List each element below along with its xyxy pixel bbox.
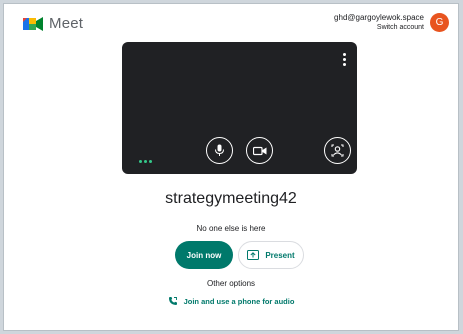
meeting-title: strategymeeting42 [165, 190, 297, 207]
phone-audio-link[interactable]: Join and use a phone for audio [4, 296, 458, 306]
camera-icon [252, 146, 266, 155]
app-name: Meet [49, 15, 84, 32]
phone-audio-label: Join and use a phone for audio [183, 296, 295, 306]
meet-logo[interactable]: Meet [23, 15, 83, 32]
join-now-button[interactable]: Join now [175, 241, 233, 269]
audio-level-icon [139, 160, 152, 163]
mic-button[interactable] [206, 137, 233, 164]
switch-account-link[interactable]: Switch account [334, 23, 424, 33]
visual-effects-icon [331, 144, 344, 157]
avatar[interactable]: G [430, 13, 449, 32]
meeting-status: No one else is here [196, 224, 266, 233]
meet-window: Meet ghd@gargoylewok.space Switch accoun… [3, 3, 459, 331]
more-vert-icon[interactable] [343, 53, 346, 66]
meet-logo-icon [23, 16, 43, 31]
present-label: Present [265, 250, 295, 260]
account-info: ghd@gargoylewok.space Switch account [334, 13, 424, 33]
phone-icon [168, 297, 177, 305]
camera-button[interactable] [246, 137, 273, 164]
header: Meet ghd@gargoylewok.space Switch accoun… [4, 4, 458, 44]
present-button[interactable]: Present [238, 241, 304, 269]
mic-icon [215, 144, 224, 156]
other-options-heading: Other options [206, 279, 256, 288]
video-preview [122, 42, 357, 174]
visual-effects-button[interactable] [324, 137, 351, 164]
present-icon [247, 250, 260, 260]
account-email: ghd@gargoylewok.space [334, 13, 424, 22]
